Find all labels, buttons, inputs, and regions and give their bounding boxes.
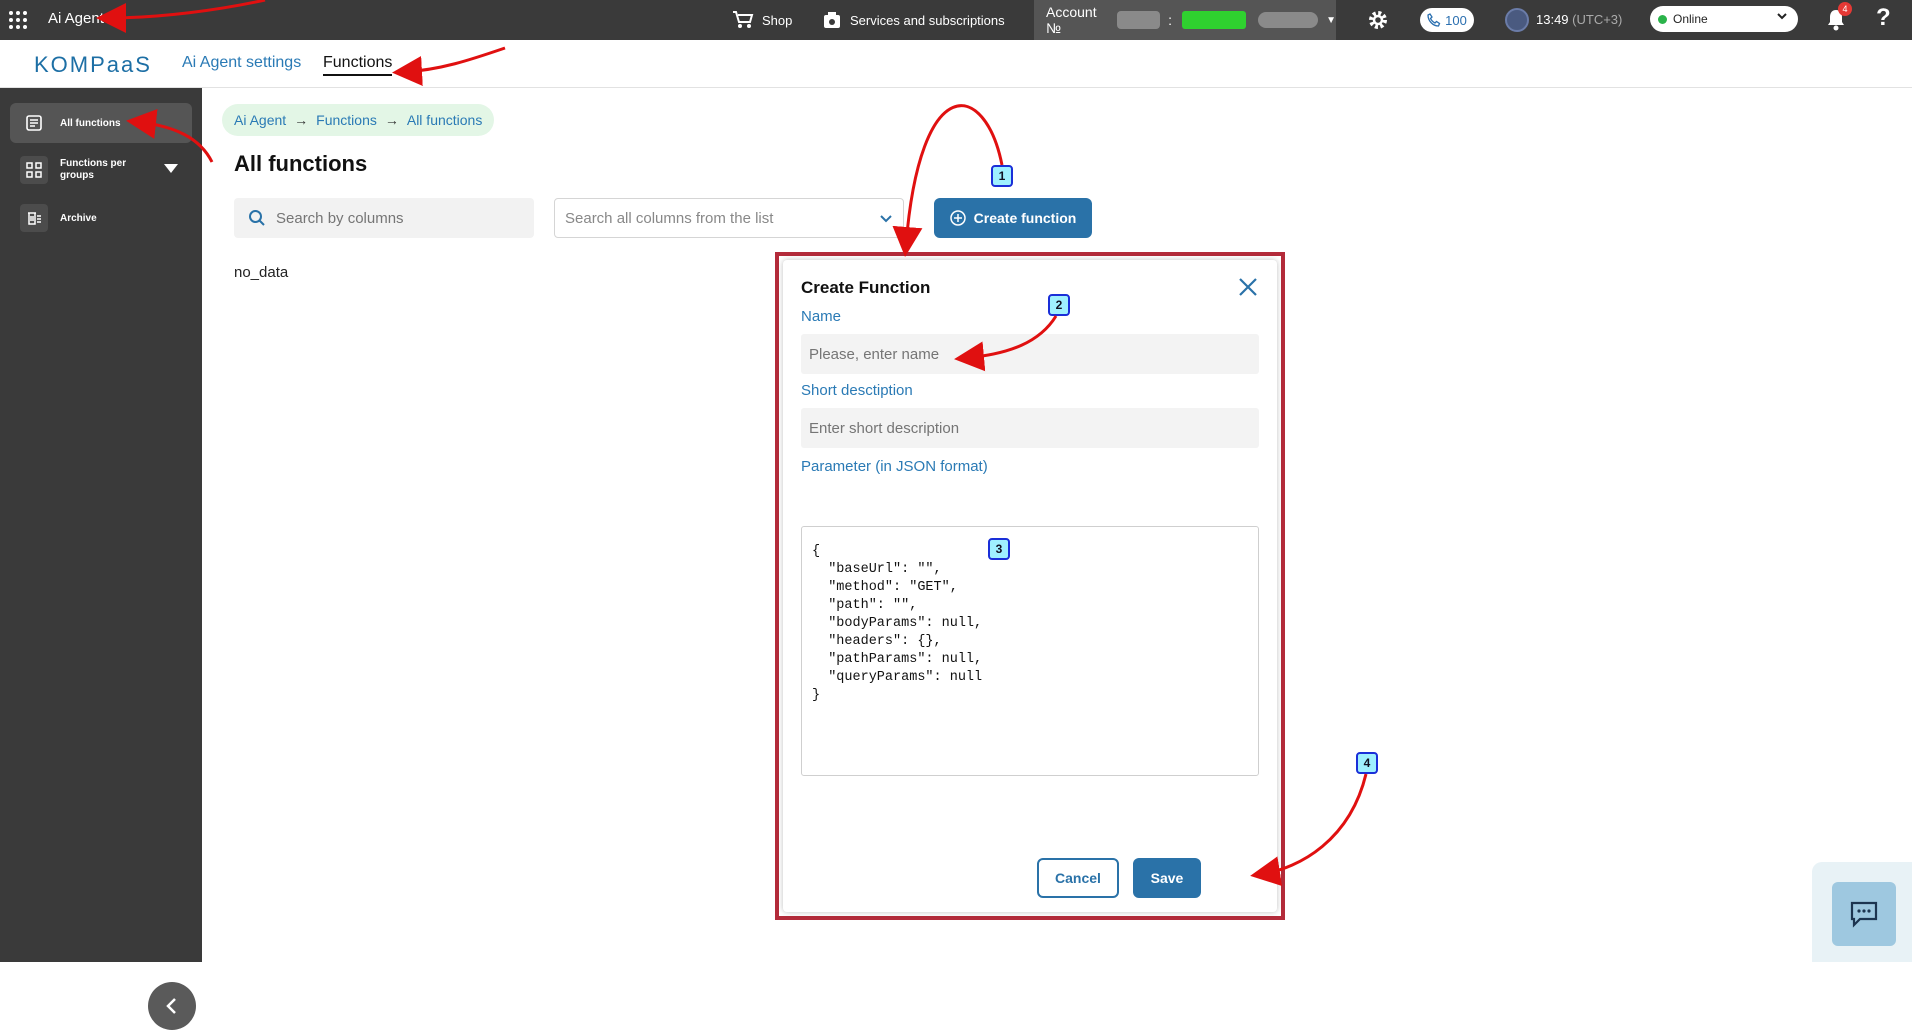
search-input[interactable] <box>276 209 516 227</box>
create-function-label: Create function <box>973 210 1077 226</box>
clock: 13:49 (UTC+3) <box>1536 12 1622 27</box>
short-description-label: Short desctiption <box>801 382 913 399</box>
modal-highlight-frame: Create Function Name Short desctiption P… <box>775 252 1285 920</box>
shop-link[interactable]: Shop <box>732 0 792 40</box>
step-marker-2: 2 <box>1048 294 1070 316</box>
breadcrumb: Ai Agent → Functions → All functions <box>222 104 495 136</box>
services-icon <box>824 12 840 28</box>
chevron-down-icon <box>880 215 892 223</box>
empty-state-text: no_data <box>234 264 289 281</box>
sidebar-item-label: All functions <box>60 117 121 129</box>
step-marker-3: 3 <box>988 538 1010 560</box>
chevron-down-icon <box>1776 10 1788 25</box>
sidebar-item-label: Functions per groups <box>60 158 127 181</box>
parameter-label: Parameter (in JSON format) <box>801 458 988 475</box>
chat-button[interactable] <box>1832 882 1896 946</box>
status-value: Online <box>1673 12 1708 26</box>
calls-count: 100 <box>1445 12 1467 28</box>
app-title[interactable]: Ai Agent <box>48 10 104 27</box>
clock-timezone: (UTC+3) <box>1572 12 1623 27</box>
help-icon[interactable]: ? <box>1876 4 1891 32</box>
plus-circle-icon <box>949 210 966 226</box>
create-function-dialog: Create Function Name Short desctiption P… <box>783 260 1277 912</box>
account-label: Account № <box>1046 4 1097 36</box>
cart-icon <box>733 11 754 28</box>
caret-down-icon[interactable] <box>164 163 178 177</box>
tab-ai-agent-settings[interactable]: Ai Agent settings <box>182 54 301 72</box>
sidebar-item-archive[interactable]: Archive <box>10 198 192 238</box>
search-box[interactable] <box>234 198 534 238</box>
shop-label: Shop <box>762 12 793 28</box>
name-label: Name <box>801 308 842 325</box>
chat-icon <box>1850 901 1878 928</box>
close-icon[interactable] <box>1237 276 1259 303</box>
breadcrumb-item[interactable]: Functions <box>316 112 377 128</box>
list-icon <box>20 109 48 137</box>
sidebar-item-all-functions[interactable]: All functions <box>10 103 192 143</box>
page-title: All functions <box>234 151 368 176</box>
notification-badge: 4 <box>1838 2 1852 16</box>
sidebar-item-functions-per-groups[interactable]: Functions per groups <box>10 148 192 192</box>
tab-functions[interactable]: Functions <box>323 54 393 76</box>
apps-grid-icon[interactable] <box>8 10 28 30</box>
columns-select[interactable]: Search all columns from the list <box>554 198 904 238</box>
sidebar-item-label: Archive <box>60 212 97 224</box>
breadcrumb-separator: → <box>294 112 309 128</box>
sub-navigation: KOMPaaS Ai Agent settings Functions <box>0 40 1912 88</box>
breadcrumb-item[interactable]: Ai Agent <box>234 112 286 128</box>
step-marker-1: 1 <box>991 165 1013 187</box>
avatar[interactable] <box>1505 8 1529 32</box>
groups-grid-icon <box>20 156 48 184</box>
services-label: Services and subscriptions <box>850 12 1005 28</box>
chat-widget <box>1812 862 1912 962</box>
short-description-field[interactable] <box>801 408 1259 448</box>
parameter-json-editor[interactable]: { "baseUrl": "", "method": "GET", "path"… <box>801 526 1259 776</box>
chevron-down-icon: ▼ <box>1326 14 1336 26</box>
dialog-title: Create Function <box>801 278 931 297</box>
breadcrumb-separator: → <box>384 112 399 128</box>
search-icon <box>249 210 265 226</box>
sidebar: All functions Functions per groups Archi… <box>0 88 202 1030</box>
create-function-button[interactable]: Create function <box>934 198 1092 238</box>
collapse-sidebar-button[interactable] <box>148 982 196 1030</box>
gear-icon[interactable] <box>1366 8 1390 37</box>
account-name-redacted <box>1257 12 1319 28</box>
breadcrumb-item[interactable]: All functions <box>407 112 482 128</box>
name-field[interactable] <box>801 334 1259 374</box>
clock-time: 13:49 <box>1536 12 1569 27</box>
status-select[interactable]: Online <box>1650 6 1798 32</box>
account-selector[interactable]: Account № : ▼ <box>1034 0 1336 40</box>
services-link[interactable]: Services and subscriptions <box>822 0 1005 40</box>
chevron-left-icon <box>166 998 176 1014</box>
account-number-redacted <box>1117 11 1161 29</box>
online-dot-icon <box>1658 14 1667 24</box>
top-bar: Ai Agent Shop Services and subscriptions… <box>0 0 1912 40</box>
account-separator: : <box>1168 12 1172 28</box>
step-marker-4: 4 <box>1356 752 1378 774</box>
calls-counter[interactable]: 100 <box>1420 8 1474 32</box>
kompaas-logo[interactable]: KOMPaaS <box>34 52 152 78</box>
save-button[interactable]: Save <box>1133 858 1201 898</box>
phone-icon <box>1427 13 1441 27</box>
balance-bar <box>1181 11 1246 29</box>
cancel-button[interactable]: Cancel <box>1037 858 1119 898</box>
columns-select-placeholder: Search all columns from the list <box>565 209 774 227</box>
archive-icon <box>20 204 48 232</box>
